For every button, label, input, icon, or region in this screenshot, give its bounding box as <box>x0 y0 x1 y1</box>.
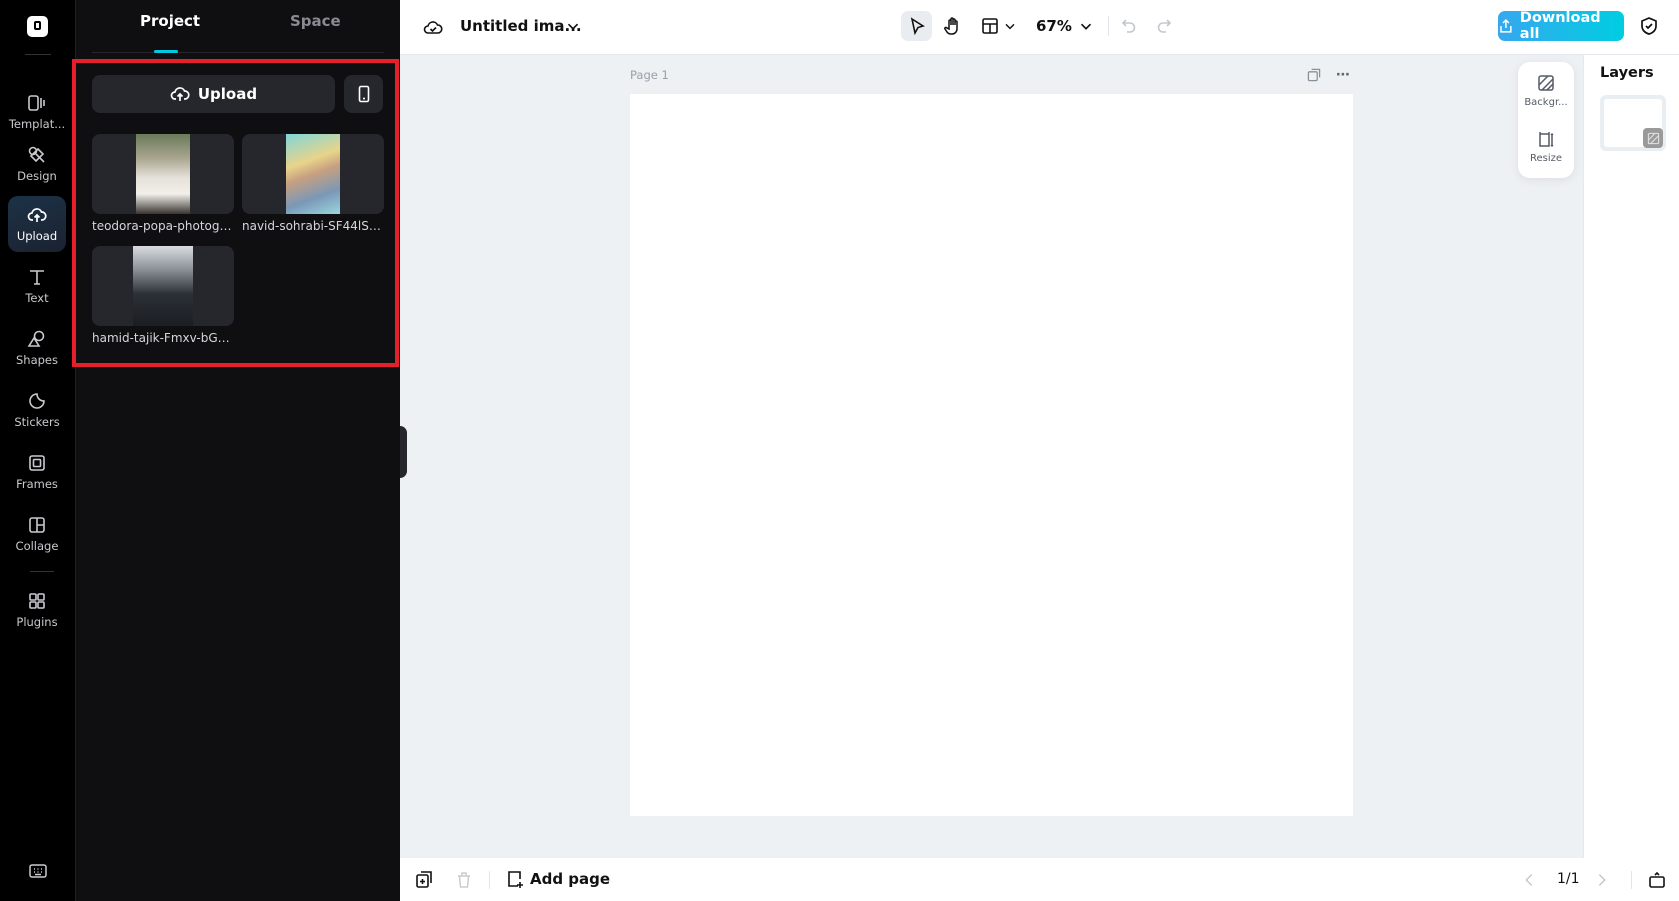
background-button[interactable]: Backgr... <box>1518 74 1574 108</box>
download-all-button[interactable]: Download all <box>1498 11 1624 41</box>
rail-label: Text <box>25 291 48 305</box>
title-chevron-down-icon[interactable] <box>564 17 582 35</box>
rail-item-frames[interactable]: Frames <box>8 444 66 500</box>
rail-item-stickers[interactable]: Stickers <box>8 382 66 438</box>
collage-icon <box>27 515 47 535</box>
resize-label: Resize <box>1530 153 1562 164</box>
rail-label: Design <box>17 169 57 183</box>
rail-item-design[interactable]: Design <box>8 136 66 192</box>
layers-panel: Layers <box>1583 55 1679 858</box>
next-page-button[interactable] <box>1593 870 1611 890</box>
chevron-right-icon <box>1593 870 1611 890</box>
page-add-icon <box>414 870 434 890</box>
previous-page-button[interactable] <box>1520 870 1538 890</box>
security-shield-button[interactable] <box>1637 14 1661 38</box>
keyboard-shortcuts-button[interactable] <box>26 860 50 882</box>
templates-icon <box>27 93 47 113</box>
rail-label: Stickers <box>14 415 59 429</box>
cloud-saved-icon <box>421 15 445 39</box>
rail-item-shapes[interactable]: Shapes <box>8 320 66 376</box>
pages-drawer-icon <box>1647 870 1667 890</box>
add-page-icon <box>505 869 525 889</box>
rail-label: Plugins <box>16 615 57 629</box>
layout-button[interactable] <box>978 14 1002 38</box>
page-label: Page 1 <box>630 68 669 82</box>
pages-panel-toggle[interactable] <box>1646 869 1668 891</box>
zoom-chevron-down-icon[interactable] <box>1077 17 1095 35</box>
app-logo[interactable] <box>27 16 48 37</box>
add-page-button[interactable]: Add page <box>505 869 610 889</box>
page-tools-card: Backgr... Resize <box>1518 62 1574 178</box>
more-options-icon[interactable]: ⋯ <box>1334 67 1352 83</box>
export-icon <box>1498 18 1514 34</box>
redo-icon <box>1154 16 1174 36</box>
cloud-upload-icon <box>27 205 47 225</box>
rail-label: Upload <box>17 229 57 243</box>
resize-button[interactable]: Resize <box>1518 130 1574 164</box>
design-icon <box>27 145 47 165</box>
delete-page-button[interactable] <box>454 870 474 890</box>
chevron-left-icon <box>1520 870 1538 890</box>
divider <box>25 54 51 55</box>
top-toolbar: Untitled ima... 67% Download all <box>400 0 1679 55</box>
rail-item-upload[interactable]: Upload <box>8 196 66 252</box>
shapes-icon <box>27 329 47 349</box>
add-page-label: Add page <box>530 870 610 888</box>
tab-space[interactable]: Space <box>290 12 341 30</box>
plugins-grid-icon <box>27 591 47 611</box>
background-icon <box>1537 74 1555 92</box>
collapse-panel-handle[interactable] <box>400 426 407 478</box>
rail-label: Frames <box>16 477 58 491</box>
resize-icon <box>1537 130 1555 148</box>
layer-thumbnail[interactable] <box>1600 95 1666 151</box>
left-rail: Templat... Design Upload Text Shapes Sti… <box>0 0 76 901</box>
undo-button[interactable] <box>1118 15 1140 37</box>
text-icon <box>27 267 47 287</box>
duplicate-page-button[interactable] <box>1306 67 1322 83</box>
undo-icon <box>1119 16 1139 36</box>
rail-label: Shapes <box>16 353 58 367</box>
active-tab-indicator <box>154 50 178 53</box>
page-counter: 1/1 <box>1557 871 1580 887</box>
rail-item-collage[interactable]: Collage <box>8 506 66 562</box>
redo-button[interactable] <box>1153 15 1175 37</box>
hand-icon <box>943 16 963 36</box>
layout-chevron-down-icon[interactable] <box>1002 17 1018 35</box>
frame-icon <box>27 453 47 473</box>
rail-label: Collage <box>16 539 59 553</box>
divider <box>489 871 490 889</box>
highlight-box <box>72 59 399 367</box>
add-to-page-button[interactable] <box>414 870 434 890</box>
sticker-icon <box>27 391 47 411</box>
background-layer-icon <box>1643 128 1663 148</box>
rail-item-plugins[interactable]: Plugins <box>8 582 66 638</box>
layout-icon <box>980 16 1000 36</box>
divider <box>30 571 54 572</box>
trash-icon <box>454 870 474 890</box>
rail-item-text[interactable]: Text <box>8 258 66 314</box>
keyboard-icon <box>28 861 48 881</box>
select-tool-button[interactable] <box>901 11 932 41</box>
tab-divider <box>92 52 384 53</box>
rail-item-templates[interactable]: Templat... <box>8 84 66 140</box>
cursor-icon <box>907 16 927 36</box>
shield-check-icon <box>1639 16 1659 36</box>
rail-label: Templat... <box>9 117 65 131</box>
bottom-toolbar: Add page 1/1 <box>400 858 1679 901</box>
canvas-page[interactable] <box>630 94 1353 816</box>
tab-project[interactable]: Project <box>140 12 200 30</box>
background-label: Backgr... <box>1524 97 1567 108</box>
divider <box>1108 16 1109 36</box>
download-label: Download all <box>1520 10 1624 42</box>
zoom-level[interactable]: 67% <box>1036 17 1072 35</box>
layers-title: Layers <box>1600 65 1654 81</box>
duplicate-icon <box>1306 65 1322 85</box>
hand-tool-button[interactable] <box>941 13 965 39</box>
divider <box>1631 871 1632 889</box>
